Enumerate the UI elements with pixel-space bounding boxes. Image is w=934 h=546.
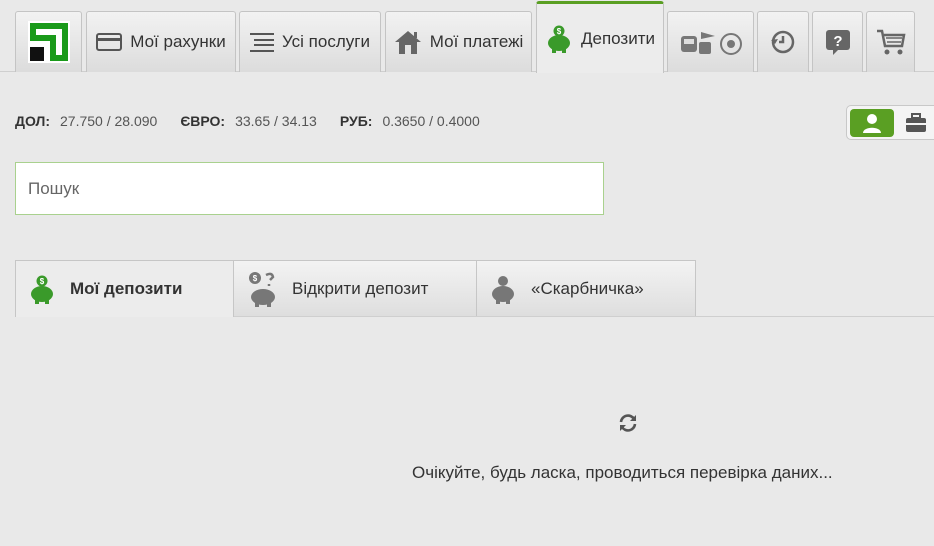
personal-account-button[interactable] [850,108,894,137]
search-input[interactable] [15,162,604,215]
usd-value: 27.750 / 28.090 [60,113,158,129]
bank-logo-icon [27,21,70,63]
usd-label: ДОЛ: [15,113,50,129]
travel-sport-icon [680,32,742,55]
tab-deposits[interactable]: $ Депозити [536,1,664,73]
tab-help[interactable]: ? [812,11,863,72]
subtab-my-deposits[interactable]: $ Мої депозити [15,260,234,317]
bank-logo[interactable] [15,11,82,72]
tab-label: Мої платежі [429,32,524,51]
tab-travel-sport[interactable] [667,11,754,72]
piggy-dollar-icon: $ [31,275,53,304]
house-icon [394,31,421,54]
tab-history[interactable] [757,11,809,72]
tab-all-services[interactable]: Усі послуги [239,11,381,72]
rub-label: РУБ: [339,113,373,129]
tab-my-payments[interactable]: Мої платежі [385,11,532,72]
svg-text:$: $ [557,27,562,36]
briefcase-icon [906,112,926,132]
svg-text:$: $ [253,274,258,283]
subtab-piggy-bank[interactable]: «Скарбничка» [476,260,696,316]
business-account-button[interactable] [894,109,934,137]
loading-message: Очікуйте, будь ласка, проводиться переві… [412,463,833,482]
person-icon [863,113,881,133]
eur-label: ЄВРО: [180,113,226,129]
history-icon [771,30,795,54]
refresh-icon [619,414,637,432]
tab-label: Усі послуги [282,32,370,51]
tab-label: Депозити [580,28,655,48]
svg-text:$: $ [40,277,45,286]
tab-label: Мої рахунки [130,32,226,51]
top-navigation: Мої рахунки Усі послуги Мої платежі $ Де… [0,0,934,73]
account-type-toggle [846,105,934,140]
piggy-coins-icon: $ [249,271,275,307]
subtab-open-deposit[interactable]: $ Відкрити депозит [233,260,477,316]
subtab-label: «Скарбничка» [531,278,644,298]
list-icon [250,33,275,52]
subtab-label: Мої депозити [70,279,183,298]
rub-value: 0.3650 / 0.4000 [382,113,480,129]
piggy-dollar-icon: $ [547,25,570,53]
cart-icon [876,29,905,55]
piggy-icon [492,275,514,304]
tab-my-accounts[interactable]: Мої рахунки [86,11,236,72]
subtab-label: Відкрити депозит [292,278,429,298]
exchange-rates: ДОЛ: 27.750 / 28.090 ЄВРО: 33.65 / 34.13… [15,113,503,129]
help-icon: ? [825,30,850,55]
card-icon [96,33,123,51]
tab-cart[interactable] [866,11,915,72]
eur-value: 33.65 / 34.13 [235,113,317,129]
svg-text:?: ? [833,33,842,50]
